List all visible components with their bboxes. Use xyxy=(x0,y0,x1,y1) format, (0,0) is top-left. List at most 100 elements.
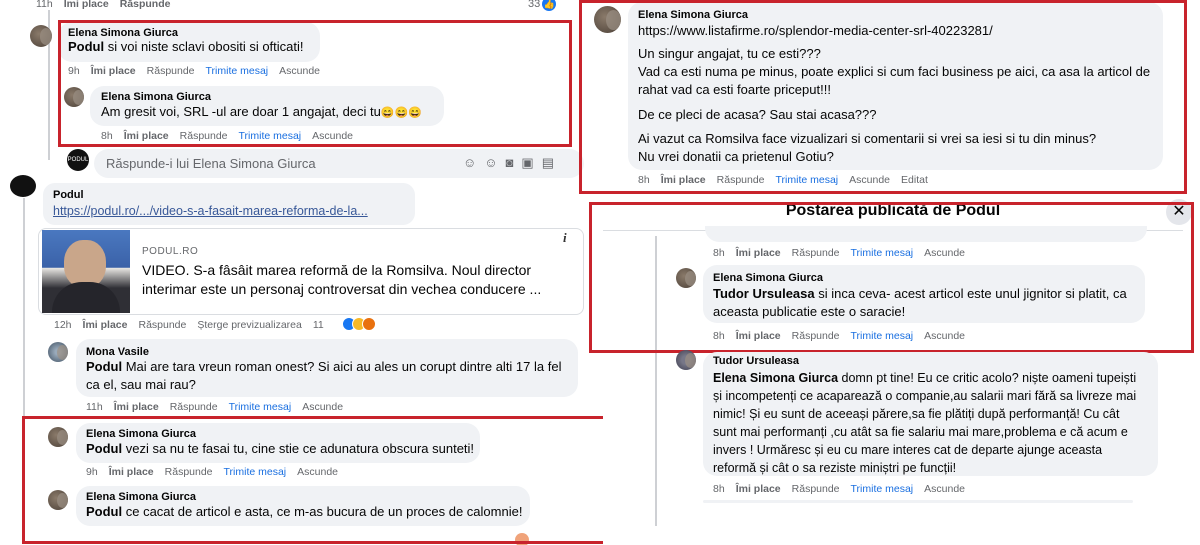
comment-text-line2: ca el, sau mai rau? xyxy=(86,377,196,392)
time: 11h xyxy=(36,0,53,10)
comment-text-line2: aceasta publicatie este o saracie! xyxy=(713,304,906,319)
like-button[interactable]: Îmi place xyxy=(124,130,169,142)
reply-button[interactable]: Răspunde xyxy=(180,130,228,142)
like-button[interactable]: Îmi place xyxy=(736,247,781,259)
like-button[interactable]: Îmi place xyxy=(64,0,109,10)
reply-button[interactable]: Răspunde xyxy=(792,330,840,342)
thread-line xyxy=(23,198,25,458)
like-button[interactable]: Îmi place xyxy=(661,174,706,186)
hide-button[interactable]: Ascunde xyxy=(924,247,965,259)
like-button[interactable]: Îmi place xyxy=(109,466,154,478)
gif-icon[interactable]: ▣ xyxy=(521,155,533,171)
send-message-button[interactable]: Trimite mesaj xyxy=(776,174,839,186)
avatar[interactable] xyxy=(676,268,696,288)
send-message-button[interactable]: Trimite mesaj xyxy=(224,466,287,478)
avatar[interactable] xyxy=(48,490,68,510)
reaction-count: 11 xyxy=(312,319,324,331)
avatar[interactable] xyxy=(64,87,84,107)
time: 9h xyxy=(68,65,80,77)
send-message-button[interactable]: Trimite mesaj xyxy=(229,401,292,413)
hide-button[interactable]: Ascunde xyxy=(924,483,965,495)
company-link[interactable]: https://www.listafirme.ro/splendor-media… xyxy=(638,23,993,38)
like-button[interactable]: Îmi place xyxy=(736,330,781,342)
article-link[interactable]: https://podul.ro/.../video-s-a-fasait-ma… xyxy=(53,204,368,218)
reply-button[interactable]: Răspunde xyxy=(165,466,213,478)
reply-button[interactable]: Răspunde xyxy=(170,401,218,413)
comment-author[interactable]: Podul xyxy=(53,189,84,201)
send-message-button[interactable]: Trimite mesaj xyxy=(851,330,914,342)
mention-tag[interactable]: Podul xyxy=(86,504,122,519)
like-button[interactable]: Îmi place xyxy=(91,65,136,77)
avatar[interactable] xyxy=(30,25,52,47)
avatar[interactable] xyxy=(676,350,696,370)
reply-button[interactable]: Răspunde xyxy=(792,247,840,259)
reply-button[interactable]: Răspunde xyxy=(138,319,186,331)
hide-button[interactable]: Ascunde xyxy=(297,466,338,478)
reply-button[interactable]: Răspunde xyxy=(792,483,840,495)
time: 12h xyxy=(54,319,72,331)
reply-button[interactable]: Răspunde xyxy=(147,65,195,77)
mention-tag[interactable]: Tudor Ursuleasa xyxy=(713,286,815,301)
comment-author[interactable]: Elena Simona Giurca xyxy=(101,91,211,103)
hide-button[interactable]: Ascunde xyxy=(279,65,320,77)
comment-bubble-fragment xyxy=(703,500,1133,503)
mention-tag[interactable]: Podul xyxy=(86,441,122,456)
send-message-button[interactable]: Trimite mesaj xyxy=(239,130,302,142)
hide-button[interactable]: Ascunde xyxy=(924,330,965,342)
reply-button[interactable]: Răspunde xyxy=(717,174,765,186)
remove-preview-button[interactable]: Șterge previzualizarea xyxy=(197,319,301,331)
avatar[interactable] xyxy=(48,427,68,447)
sticker-icon[interactable]: ▤ xyxy=(542,155,554,171)
thread-line xyxy=(655,236,657,526)
comment-author[interactable]: Elena Simona Giurca xyxy=(86,428,196,440)
mention-tag[interactable]: Elena Simona Giurca xyxy=(713,371,838,385)
comment-actions: 8h Îmi place Răspunde Trimite mesaj Ascu… xyxy=(713,483,965,495)
top-actions: 11h Îmi place Răspunde xyxy=(36,0,170,10)
like-button[interactable]: Îmi place xyxy=(736,483,781,495)
send-message-button[interactable]: Trimite mesaj xyxy=(851,483,914,495)
comment-bubble-fragment xyxy=(705,226,1147,242)
comment-author[interactable]: Elena Simona Giurca xyxy=(86,491,196,503)
time: 9h xyxy=(86,466,98,478)
avatar[interactable] xyxy=(48,342,68,362)
comment-text: si voi niste sclavi obositi si ofticati! xyxy=(104,39,304,54)
avatar-sticker-icon[interactable]: ☺ xyxy=(463,155,476,171)
person-suit xyxy=(52,282,120,313)
user-avatar[interactable]: PODUL xyxy=(67,149,89,171)
emoji-icon[interactable]: ☺ xyxy=(484,155,497,171)
top-reaction-count[interactable]: 33 👍 xyxy=(528,0,557,11)
close-icon[interactable]: ✕ xyxy=(1166,199,1192,225)
preview-domain: PODUL.RO xyxy=(142,246,199,257)
podul-avatar[interactable] xyxy=(10,175,36,197)
send-message-button[interactable]: Trimite mesaj xyxy=(206,65,269,77)
comment-author[interactable]: Tudor Ursuleasa xyxy=(713,355,799,367)
preview-title-line2: interimar este un personaj controversat … xyxy=(142,281,542,297)
comment-actions: 8h Îmi place Răspunde Trimite mesaj Ascu… xyxy=(713,330,965,342)
mention-tag[interactable]: Podul xyxy=(68,39,104,54)
reaction-icon[interactable] xyxy=(515,533,529,545)
mention-tag[interactable]: Podul xyxy=(86,359,122,374)
comment-author[interactable]: Elena Simona Giurca xyxy=(713,272,823,284)
avatar[interactable] xyxy=(594,6,621,33)
comment-author[interactable]: Mona Vasile xyxy=(86,346,149,358)
camera-icon[interactable]: ◙ xyxy=(506,155,514,171)
angry-reaction-icon xyxy=(362,317,376,331)
hide-button[interactable]: Ascunde xyxy=(312,130,353,142)
send-message-button[interactable]: Trimite mesaj xyxy=(851,247,914,259)
comment-text-line1: si inca ceva- acest articol este unul ji… xyxy=(814,286,1127,301)
time: 8h xyxy=(638,174,650,186)
comment-text: ce cacat de articol e asta, ce m-as bucu… xyxy=(122,504,523,519)
like-button[interactable]: Îmi place xyxy=(114,401,159,413)
like-button[interactable]: Îmi place xyxy=(83,319,128,331)
comment-line: Vad ca esti numa pe minus, poate explici… xyxy=(638,64,1151,79)
hide-button[interactable]: Ascunde xyxy=(849,174,890,186)
person-face xyxy=(64,240,106,288)
info-icon[interactable]: i xyxy=(563,230,567,246)
reply-button[interactable]: Răspunde xyxy=(120,0,171,10)
time: 8h xyxy=(713,247,725,259)
comment-line: și incompetenți ce acaparează o companie… xyxy=(713,389,1137,403)
reaction-icons[interactable] xyxy=(342,317,376,331)
time: 8h xyxy=(713,483,725,495)
comment-author[interactable]: Elena Simona Giurca xyxy=(638,9,748,21)
hide-button[interactable]: Ascunde xyxy=(302,401,343,413)
